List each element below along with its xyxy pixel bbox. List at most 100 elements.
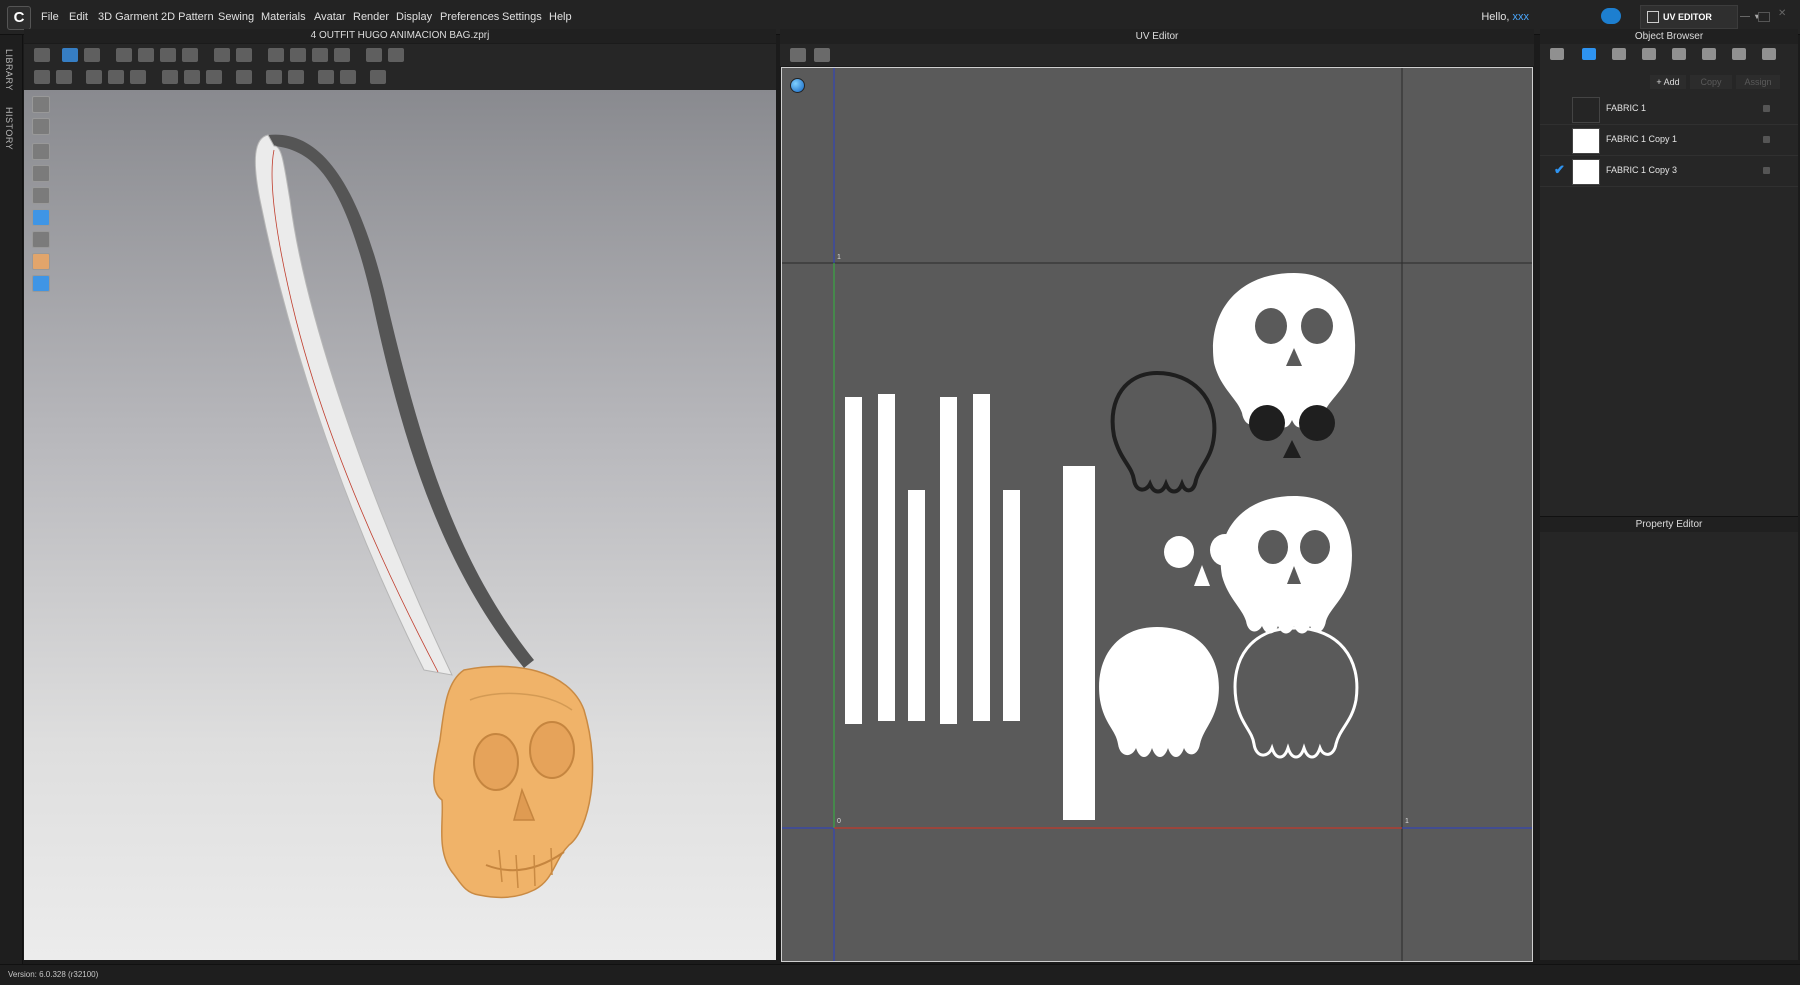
uv-axis-label-origin: 0 bbox=[837, 818, 841, 825]
menu-sewing[interactable]: Sewing bbox=[218, 11, 254, 23]
greeting: Hello, xxx bbox=[1481, 11, 1529, 23]
property-editor-body bbox=[1540, 532, 1798, 960]
version-label: Version: 6.0.328 (r32100) bbox=[8, 970, 99, 979]
menu-display[interactable]: Display bbox=[396, 11, 432, 23]
flatten-icon[interactable] bbox=[366, 48, 382, 62]
tab-history[interactable]: HISTORY bbox=[4, 107, 14, 150]
mode-label: UV EDITOR bbox=[1663, 12, 1712, 22]
superimpose-icon[interactable] bbox=[388, 48, 404, 62]
uv-export-icon[interactable] bbox=[814, 48, 830, 62]
steam-icon[interactable] bbox=[236, 48, 252, 62]
menu-materials[interactable]: Materials bbox=[261, 11, 306, 23]
fabric-swatch bbox=[1572, 128, 1600, 154]
viewport-3d-header: 4 OUTFIT HUGO ANIMACION BAG.zprj bbox=[24, 29, 776, 43]
menu-avatar[interactable]: Avatar bbox=[314, 11, 346, 23]
tab-list-icon[interactable] bbox=[1550, 48, 1564, 60]
fold-icon[interactable] bbox=[116, 48, 132, 62]
pleat-icon[interactable] bbox=[130, 70, 146, 84]
measure-icon[interactable] bbox=[214, 48, 230, 62]
fabric-row[interactable]: FABRIC 1 Copy 1 bbox=[1540, 125, 1798, 156]
arrange-icon[interactable] bbox=[268, 48, 284, 62]
bag-3d-model bbox=[254, 134, 594, 899]
object-browser-body: + Add Copy Assign FABRIC 1 FABRIC 1 Copy… bbox=[1540, 66, 1798, 516]
tab-buttonhole-icon[interactable] bbox=[1642, 48, 1656, 60]
checkmark-icon[interactable]: ✔ bbox=[1554, 162, 1565, 178]
lock-icon[interactable] bbox=[1763, 105, 1770, 112]
fabric-row[interactable]: ✔ FABRIC 1 Copy 3 bbox=[1540, 156, 1798, 187]
viewport-3d[interactable] bbox=[24, 90, 776, 960]
object-browser-title: Object Browser bbox=[1634, 31, 1704, 42]
fold-tack-icon[interactable] bbox=[160, 48, 176, 62]
uv-editor-icon bbox=[1647, 11, 1659, 23]
buttonhole-icon[interactable] bbox=[184, 70, 200, 84]
username-link[interactable]: xxx bbox=[1513, 11, 1530, 23]
viewport-3d-toolbar bbox=[24, 44, 776, 91]
pin-icon[interactable] bbox=[182, 48, 198, 62]
greeting-label: Hello, bbox=[1481, 11, 1510, 23]
tab-library[interactable]: LIBRARY bbox=[4, 49, 14, 91]
tab-button-icon[interactable] bbox=[1612, 48, 1626, 60]
tab-more-icon[interactable] bbox=[1762, 48, 1776, 60]
minimize-icon[interactable] bbox=[1740, 12, 1750, 17]
fabric-name: FABRIC 1 Copy 1 bbox=[1606, 134, 1678, 144]
shrink-icon[interactable] bbox=[334, 48, 350, 62]
uv-editor-title: UV Editor bbox=[1135, 31, 1179, 42]
strengthen-icon[interactable] bbox=[312, 48, 328, 62]
restore-icon[interactable] bbox=[1758, 12, 1770, 22]
uv-editor-header: UV Editor bbox=[780, 29, 1534, 44]
uv-layout bbox=[782, 68, 1532, 961]
copy-button[interactable]: Copy bbox=[1690, 75, 1732, 89]
menu-3d-garment[interactable]: 3D Garment bbox=[98, 11, 158, 23]
puckering-icon[interactable] bbox=[108, 70, 124, 84]
box-select-icon[interactable] bbox=[84, 48, 100, 62]
topstitch-icon[interactable] bbox=[34, 70, 50, 84]
tape-icon[interactable] bbox=[236, 70, 252, 84]
align-icon[interactable] bbox=[370, 70, 386, 84]
menu-preferences[interactable]: Preferences bbox=[440, 11, 499, 23]
menu-help[interactable]: Help bbox=[549, 11, 572, 23]
transform-icon[interactable] bbox=[62, 48, 78, 62]
uv-skull-front bbox=[1212, 273, 1356, 428]
menu-file[interactable]: File bbox=[41, 11, 59, 23]
texture-edit-icon[interactable] bbox=[318, 70, 334, 84]
property-editor-title: Property Editor bbox=[1635, 519, 1703, 530]
add-button[interactable]: + Add bbox=[1650, 75, 1686, 89]
close-icon[interactable]: ✕ bbox=[1778, 8, 1788, 19]
tab-puckering-icon[interactable] bbox=[1702, 48, 1716, 60]
menu-2d-pattern[interactable]: 2D Pattern bbox=[161, 11, 214, 23]
fold-arrange-icon[interactable] bbox=[138, 48, 154, 62]
fabric-swatch bbox=[1572, 97, 1600, 123]
lock-icon[interactable] bbox=[1763, 136, 1770, 143]
fabric-swatch bbox=[1572, 159, 1600, 185]
uv-snapshot-icon[interactable] bbox=[790, 48, 806, 62]
menu-settings[interactable]: Settings bbox=[502, 11, 542, 23]
texture-transform-icon[interactable] bbox=[288, 70, 304, 84]
tab-trim-icon[interactable] bbox=[1732, 48, 1746, 60]
tab-fabric-icon[interactable] bbox=[1582, 48, 1596, 60]
status-bar: Version: 6.0.328 (r32100) bbox=[0, 964, 1800, 985]
fabric-name: FABRIC 1 bbox=[1606, 103, 1647, 113]
fasten-icon[interactable] bbox=[206, 70, 222, 84]
app-logo-icon[interactable]: C bbox=[7, 6, 31, 30]
tab-topstitch-icon[interactable] bbox=[1672, 48, 1686, 60]
uv-editor-canvas[interactable]: 1 0 1 bbox=[781, 67, 1533, 962]
graphic-icon[interactable] bbox=[266, 70, 282, 84]
lock-icon[interactable] bbox=[1763, 167, 1770, 174]
garment-fit-icon[interactable] bbox=[290, 48, 306, 62]
texture-fill-icon[interactable] bbox=[340, 70, 356, 84]
button-icon[interactable] bbox=[162, 70, 178, 84]
zipper-icon[interactable] bbox=[56, 70, 72, 84]
trim-icon[interactable] bbox=[86, 70, 102, 84]
uv-axis-label-v1: 1 bbox=[837, 254, 841, 261]
select-icon[interactable] bbox=[34, 48, 50, 62]
menu-edit[interactable]: Edit bbox=[69, 11, 88, 23]
object-browser-tabs bbox=[1540, 44, 1798, 67]
fabric-name: FABRIC 1 Copy 3 bbox=[1606, 165, 1678, 175]
cloud-icon[interactable] bbox=[1601, 8, 1621, 24]
mode-selector[interactable]: UV EDITOR ▾ bbox=[1640, 5, 1759, 29]
side-tab-strip: LIBRARY HISTORY bbox=[0, 35, 23, 965]
fabric-row[interactable]: FABRIC 1 bbox=[1540, 94, 1798, 125]
uv-axis-label-u1: 1 bbox=[1405, 818, 1409, 825]
menu-render[interactable]: Render bbox=[353, 11, 389, 23]
assign-button[interactable]: Assign bbox=[1736, 75, 1780, 89]
